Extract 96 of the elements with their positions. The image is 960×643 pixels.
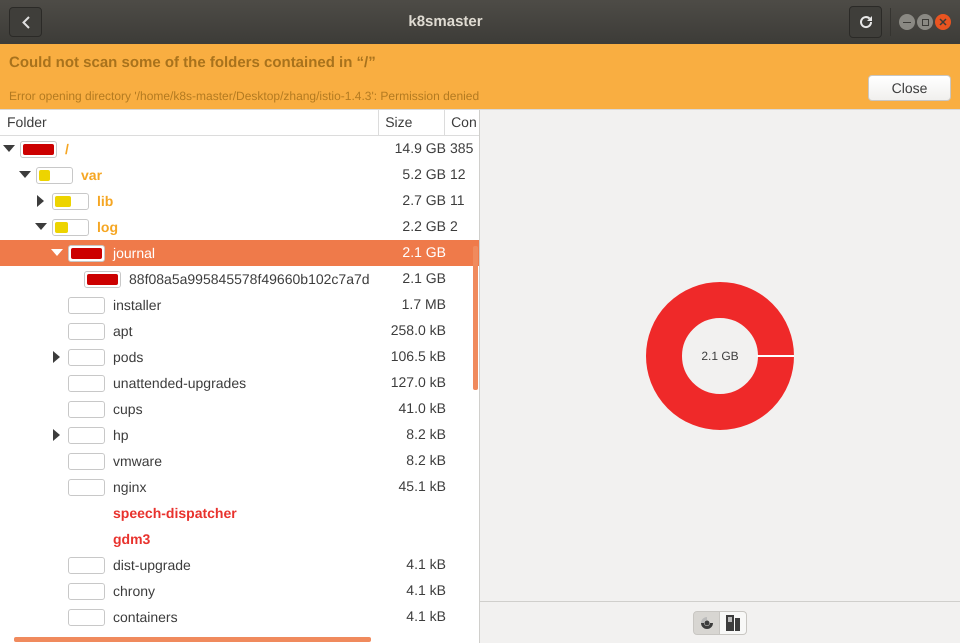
size-cell: 4.1 kB bbox=[406, 556, 446, 572]
folder-row[interactable]: 88f08a5a995845578f49660b102c7a7d 2.1 GB bbox=[0, 266, 479, 292]
folder-row[interactable]: var 5.2 GB 12 bbox=[0, 162, 479, 188]
folder-name: gdm3 bbox=[113, 530, 150, 549]
expanded-arrow-icon[interactable] bbox=[35, 223, 47, 231]
size-cell: 14.9 GB bbox=[394, 140, 446, 156]
warning-message: Error opening directory '/home/k8s-master/Desktop/zhang/istio-1.4.3': Permission denied bbox=[9, 88, 480, 104]
close-button[interactable]: Close bbox=[868, 75, 951, 101]
folder-name: dist-upgrade bbox=[113, 556, 191, 575]
refresh-button[interactable] bbox=[849, 6, 882, 38]
size-cell: 1.7 MB bbox=[402, 296, 446, 312]
size-cell: 127.0 kB bbox=[390, 374, 446, 390]
horizontal-scrollbar[interactable] bbox=[14, 637, 371, 642]
folder-name: var bbox=[81, 166, 102, 184]
folder-row[interactable]: dist-upgrade 4.1 kB bbox=[0, 552, 479, 578]
contents-cell: 2 bbox=[450, 218, 458, 234]
rings-chart-icon bbox=[698, 614, 714, 630]
folder-name: vmware bbox=[113, 452, 162, 470]
size-cell: 2.1 GB bbox=[402, 244, 446, 260]
folder-row[interactable]: vmware 8.2 kB bbox=[0, 448, 479, 474]
treemap-chart-icon bbox=[726, 614, 740, 630]
warning-title: Could not scan some of the folders contained in “/” bbox=[9, 53, 377, 73]
usage-bar bbox=[68, 608, 105, 626]
ring-chart[interactable] bbox=[646, 282, 794, 430]
folder-row[interactable]: speech-dispatcher bbox=[0, 500, 479, 526]
folder-name: chrony bbox=[113, 582, 156, 601]
folder-row[interactable]: gdm3 bbox=[0, 526, 479, 552]
back-button[interactable] bbox=[9, 7, 42, 37]
usage-bar bbox=[68, 296, 105, 314]
usage-bar bbox=[68, 426, 105, 444]
refresh-icon bbox=[858, 15, 872, 29]
folder-name: nginx bbox=[113, 478, 146, 497]
usage-bar bbox=[68, 400, 105, 418]
folder-row[interactable]: hp 8.2 kB bbox=[0, 422, 479, 448]
folder-name: lib bbox=[97, 192, 114, 210]
close-icon[interactable] bbox=[935, 14, 951, 30]
folder-row[interactable]: unattended-upgrades 127.0 kB bbox=[0, 370, 479, 396]
size-cell: 258.0 kB bbox=[390, 322, 446, 338]
folder-name: installer bbox=[113, 296, 162, 314]
folder-name: containers bbox=[113, 608, 178, 626]
collapsed-arrow-icon[interactable] bbox=[53, 351, 61, 363]
chart-center-label: 2.1 GB bbox=[701, 348, 739, 364]
size-cell: 2.7 GB bbox=[402, 192, 446, 208]
size-cell: 2.2 GB bbox=[402, 218, 446, 234]
view-toggle[interactable] bbox=[693, 610, 720, 634]
expanded-arrow-icon[interactable] bbox=[3, 145, 15, 153]
vertical-scrollbar[interactable] bbox=[473, 246, 478, 390]
size-cell: 45.1 kB bbox=[398, 478, 446, 494]
column-header[interactable]: Folder bbox=[0, 110, 380, 135]
size-cell: 2.1 GB bbox=[402, 270, 446, 286]
usage-bar bbox=[68, 582, 105, 600]
folder-row[interactable]: chrony 4.1 kB bbox=[0, 578, 479, 604]
size-cell: 4.1 kB bbox=[406, 608, 446, 624]
folder-row[interactable]: lib 2.7 GB 11 bbox=[0, 188, 479, 214]
column-header[interactable]: Con bbox=[445, 110, 479, 135]
folder-row[interactable]: cups 41.0 kB bbox=[0, 396, 479, 422]
folder-name: pods bbox=[113, 348, 144, 367]
contents-cell: 11 bbox=[450, 192, 465, 208]
size-cell: 4.1 kB bbox=[406, 582, 446, 598]
size-cell: 8.2 kB bbox=[406, 426, 446, 442]
folder-name: apt bbox=[113, 322, 132, 341]
folder-row[interactable]: containers 4.1 kB bbox=[0, 604, 479, 630]
window-title: k8smaster bbox=[408, 12, 483, 32]
size-cell: 41.0 kB bbox=[398, 400, 446, 416]
view-toggle[interactable] bbox=[720, 610, 747, 634]
folder-name: unattended-upgrades bbox=[113, 374, 246, 393]
folder-row[interactable]: / 14.9 GB 385 bbox=[0, 136, 479, 162]
folder-row[interactable]: log 2.2 GB 2 bbox=[0, 214, 479, 240]
expanded-arrow-icon[interactable] bbox=[19, 171, 31, 179]
column-header[interactable]: Size bbox=[379, 110, 446, 135]
usage-bar bbox=[68, 348, 105, 366]
folder-name: speech-dispatcher bbox=[113, 504, 237, 523]
contents-cell: 12 bbox=[450, 166, 466, 182]
usage-bar bbox=[68, 452, 105, 470]
folder-name: cups bbox=[113, 400, 143, 419]
folder-name: hp bbox=[113, 426, 129, 445]
usage-bar bbox=[68, 478, 105, 496]
size-cell: 8.2 kB bbox=[406, 452, 446, 468]
usage-bar bbox=[68, 322, 105, 340]
maximize-icon[interactable] bbox=[917, 14, 933, 30]
folder-row[interactable]: pods 106.5 kB bbox=[0, 344, 479, 370]
collapsed-arrow-icon[interactable] bbox=[53, 429, 61, 441]
folder-row[interactable]: nginx 45.1 kB bbox=[0, 474, 479, 500]
contents-cell: 385 bbox=[450, 140, 474, 156]
folder-name: log bbox=[97, 218, 118, 237]
folder-name: 88f08a5a995845578f49660b102c7a7d bbox=[129, 270, 370, 288]
usage-bar bbox=[68, 556, 105, 574]
size-cell: 5.2 GB bbox=[402, 166, 446, 182]
collapsed-arrow-icon[interactable] bbox=[37, 195, 45, 207]
minimize-icon[interactable] bbox=[899, 14, 915, 30]
folder-name: / bbox=[65, 140, 69, 158]
usage-bar bbox=[68, 374, 105, 392]
size-cell: 106.5 kB bbox=[390, 348, 446, 364]
folder-row[interactable]: apt 258.0 kB bbox=[0, 318, 479, 344]
folder-name: journal bbox=[113, 244, 156, 263]
folder-row[interactable]: installer 1.7 MB bbox=[0, 292, 479, 318]
